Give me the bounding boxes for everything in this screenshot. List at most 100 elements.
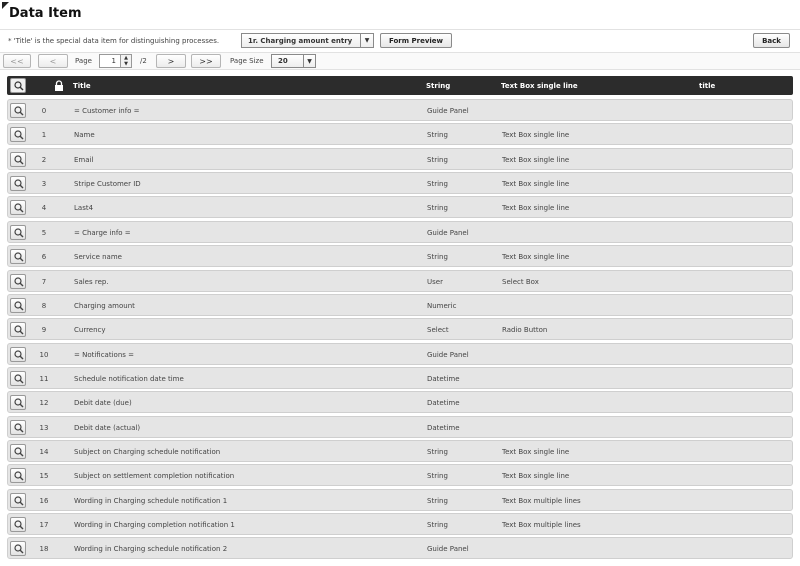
search-icon [14, 398, 24, 408]
row-type: User [427, 277, 443, 286]
search-all-button[interactable] [10, 78, 26, 93]
row-index: 11 [39, 374, 49, 383]
row-form: Text Box single line [502, 204, 570, 213]
row-index: 7 [41, 277, 47, 286]
row-title: Debit date (actual) [74, 423, 141, 432]
pager: << < Page 1 ▲ ▼ /2 > >> Page Size 20 ▼ [0, 52, 800, 70]
table-row[interactable]: 15 Subject on settlement completion notif… [7, 464, 793, 487]
search-icon [14, 349, 24, 359]
row-detail-button[interactable] [10, 370, 26, 386]
search-icon [14, 544, 24, 554]
form-preview-button[interactable]: Form Preview [380, 33, 452, 48]
row-form: Select Box [502, 277, 539, 286]
search-icon [14, 130, 24, 140]
page-size-select[interactable]: 20 ▼ [271, 54, 316, 68]
row-index: 4 [41, 204, 47, 213]
row-title: Wording in Charging schedule notificatio… [74, 545, 228, 554]
first-page-button[interactable]: << [3, 54, 31, 68]
row-type: Numeric [427, 301, 457, 310]
row-title: Currency [74, 326, 106, 335]
prev-page-button[interactable]: < [38, 54, 68, 68]
row-form: Text Box single line [502, 155, 570, 164]
table-row[interactable]: 7 Sales rep. User Select Box [7, 269, 793, 292]
row-title: = Notifications = [74, 350, 134, 359]
row-type: Select [427, 326, 449, 335]
table-row[interactable]: 6 Service name String Text Box single line [7, 245, 793, 268]
row-type: String [427, 496, 448, 505]
row-detail-button[interactable] [10, 103, 26, 118]
row-type: String [427, 204, 448, 213]
page-spinner[interactable]: ▲ ▼ [120, 54, 132, 68]
row-index: 2 [41, 155, 47, 164]
search-icon [14, 276, 24, 286]
row-detail-button[interactable] [10, 419, 26, 435]
row-detail-button[interactable] [10, 273, 26, 289]
column-extra: title [699, 82, 716, 90]
row-title: Stripe Customer ID [74, 180, 141, 189]
search-icon [14, 106, 24, 116]
row-index: 18 [39, 545, 49, 554]
search-icon [14, 81, 24, 91]
row-detail-button[interactable] [10, 492, 26, 508]
row-type: Datetime [427, 374, 460, 383]
row-type: String [427, 447, 448, 456]
row-detail-button[interactable] [10, 249, 26, 265]
table-row[interactable]: 10 = Notifications = Guide Panel [7, 342, 793, 365]
table-row[interactable]: 13 Debit date (actual) Datetime [7, 415, 793, 438]
table-row[interactable]: 9 Currency Select Radio Button [7, 318, 793, 341]
row-detail-button[interactable] [10, 200, 26, 216]
search-icon [14, 252, 24, 262]
row-detail-button[interactable] [10, 151, 26, 167]
back-button[interactable]: Back [753, 33, 790, 48]
row-index: 1 [41, 131, 47, 140]
row-detail-button[interactable] [10, 297, 26, 313]
table-row[interactable]: 11 Schedule notification date time Datetim… [7, 366, 793, 389]
last-page-button[interactable]: >> [191, 54, 221, 68]
table-row[interactable]: 14 Subject on Charging schedule notificat… [7, 439, 793, 462]
table-row[interactable]: 12 Debit date (due) Datetime [7, 391, 793, 414]
search-icon [14, 520, 24, 530]
row-type: String [427, 155, 448, 164]
table-row[interactable]: 16 Wording in Charging schedule notificat… [7, 488, 793, 511]
next-page-button[interactable]: > [156, 54, 186, 68]
row-index: 5 [41, 228, 47, 237]
row-type: Datetime [427, 423, 460, 432]
spinner-down-icon[interactable]: ▼ [121, 61, 131, 67]
table-row[interactable]: 5 = Charge info = Guide Panel [7, 220, 793, 243]
search-icon [14, 374, 24, 384]
column-type: String [426, 82, 451, 90]
row-detail-button[interactable] [10, 541, 26, 557]
row-detail-button[interactable] [10, 468, 26, 484]
row-form: Text Box multiple lines [502, 496, 581, 505]
row-index: 3 [41, 180, 47, 189]
table-row[interactable]: 8 Charging amount Numeric [7, 293, 793, 316]
table-row[interactable]: 2 Email String Text Box single line [7, 147, 793, 170]
row-detail-button[interactable] [10, 127, 26, 143]
row-detail-button[interactable] [10, 322, 26, 338]
row-detail-button[interactable] [10, 517, 26, 532]
row-detail-button[interactable] [10, 176, 26, 192]
row-detail-button[interactable] [10, 346, 26, 362]
row-index: 6 [41, 253, 47, 262]
search-icon [14, 228, 24, 238]
row-index: 17 [39, 521, 49, 529]
row-detail-button[interactable] [10, 443, 26, 459]
row-index: 9 [41, 326, 47, 335]
row-type: String [427, 472, 448, 481]
table-row[interactable]: 17 Wording in Charging completion notific… [7, 513, 793, 535]
table-row[interactable]: 3 Stripe Customer ID String Text Box single… [7, 172, 793, 195]
table-row[interactable]: 4 Last4 String Text Box single line [7, 196, 793, 219]
row-detail-button[interactable] [10, 224, 26, 240]
row-form: Text Box single line [502, 180, 570, 189]
row-index: 13 [39, 423, 49, 432]
row-title: Debit date (due) [74, 399, 132, 408]
row-detail-button[interactable] [10, 395, 26, 411]
page-number-input[interactable]: 1 [99, 54, 121, 68]
row-title: Schedule notification date time [74, 374, 184, 383]
process-select[interactable]: 1r. Charging amount entry ▼ [241, 33, 374, 48]
table-row[interactable]: 0 = Customer info = Guide Panel [7, 99, 793, 121]
search-icon [14, 495, 24, 506]
row-type: String [427, 131, 448, 140]
table-row[interactable]: 1 Name String Text Box single line [7, 123, 793, 146]
table-row[interactable]: 18 Wording in Charging schedule notificat… [7, 537, 793, 560]
